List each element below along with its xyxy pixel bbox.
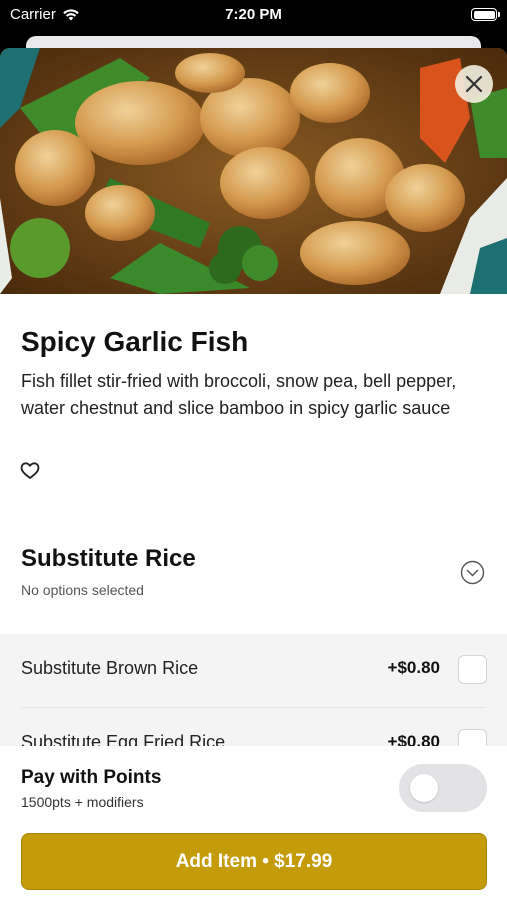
close-icon (465, 75, 483, 93)
item-detail-sheet: Spicy Garlic Fish Fish fillet stir-fried… (0, 48, 507, 900)
favorite-heart-icon[interactable] (20, 461, 40, 481)
option-price: +$0.80 (387, 658, 440, 677)
food-photo-icon (0, 48, 507, 294)
pay-with-points-subtitle: 1500pts + modifiers (21, 794, 144, 810)
option-label: Substitute Brown Rice (21, 658, 199, 678)
checkout-footer: Pay with Points 1500pts + modifiers Add … (0, 746, 507, 900)
option-row[interactable]: Substitute Egg Fried Rice +$0.80 (0, 708, 507, 748)
item-photo (0, 48, 507, 294)
item-title: Spicy Garlic Fish (21, 326, 249, 357)
pay-with-points-title: Pay with Points (21, 767, 162, 788)
toggle-knob (410, 774, 438, 802)
option-row[interactable]: Substitute Brown Rice +$0.80 (0, 634, 507, 708)
modifier-group-subtitle: No options selected (21, 582, 144, 598)
option-checkbox[interactable] (458, 655, 487, 684)
modifier-options-list: Substitute Brown Rice +$0.80 Substitute … (0, 634, 507, 748)
close-button[interactable] (455, 65, 493, 103)
modifier-group-title: Substitute Rice (21, 545, 196, 572)
pay-with-points-toggle[interactable] (399, 764, 487, 812)
item-description: Fish fillet stir-fried with broccoli, sn… (21, 371, 457, 418)
battery-icon (471, 8, 500, 21)
chevron-down-icon[interactable] (460, 560, 485, 585)
status-time: 7:20 PM (225, 6, 282, 23)
status-bar: Carrier 7:20 PM (0, 0, 507, 32)
add-item-button[interactable]: Add Item • $17.99 (21, 833, 487, 890)
